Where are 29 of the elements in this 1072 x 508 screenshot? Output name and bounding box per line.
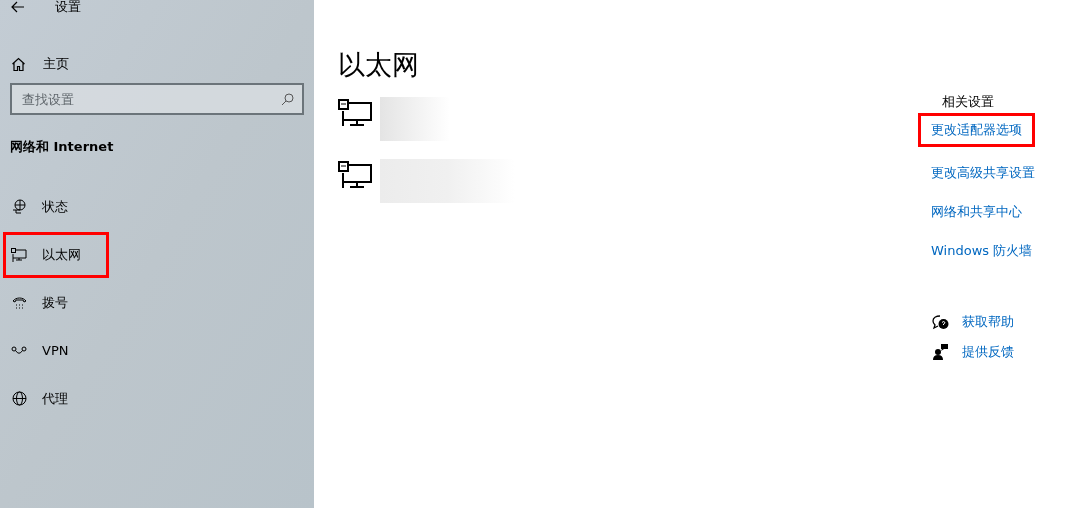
nav-item[interactable]: 拨号	[0, 278, 314, 327]
home-item[interactable]: 主页	[0, 52, 314, 76]
feedback-icon	[932, 344, 948, 360]
phone-icon	[11, 295, 27, 310]
settings-link[interactable]: Windows 防火墙	[931, 231, 1072, 270]
help-link[interactable]: 提供反馈	[931, 342, 1072, 362]
search-icon	[281, 93, 294, 106]
settings-link[interactable]: 更改高级共享设置	[931, 153, 1072, 192]
ethernet-icon	[338, 99, 372, 127]
nav-item[interactable]: 代理	[0, 374, 314, 423]
ethernet-icon	[11, 247, 27, 262]
home-icon	[11, 56, 26, 72]
back-icon[interactable]	[11, 1, 25, 13]
settings-link[interactable]: 网络和共享中心	[931, 192, 1072, 231]
search-field[interactable]: 查找设置	[10, 83, 304, 115]
related-settings-heading: 相关设置	[942, 93, 995, 111]
section-heading: 网络和 Internet	[10, 138, 115, 156]
vpn-icon	[11, 345, 27, 356]
ethernet-icon	[338, 161, 372, 189]
nav-item[interactable]: 以太网	[3, 231, 109, 278]
window-title: 设置	[55, 0, 81, 17]
globe-monitor-icon	[11, 199, 27, 214]
help-icon	[931, 314, 949, 330]
nav-item[interactable]: 状态	[0, 182, 314, 231]
nav-item[interactable]: VPN	[0, 326, 314, 375]
settings-link[interactable]: 更改适配器选项	[918, 113, 1035, 147]
help-link[interactable]: 获取帮助	[931, 312, 1072, 332]
page-title: 以太网	[338, 48, 420, 82]
globe-icon	[11, 391, 27, 406]
